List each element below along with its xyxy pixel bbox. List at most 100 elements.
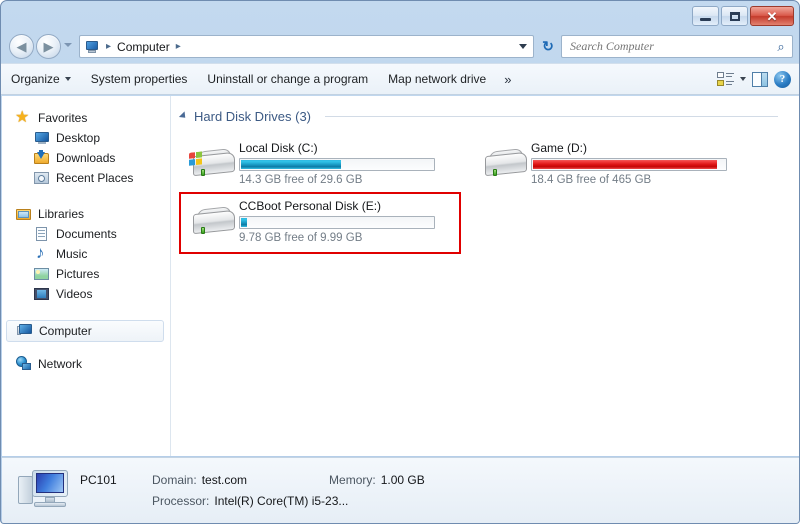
toolbar-overflow-button[interactable]: »	[496, 68, 519, 91]
close-icon: ✕	[766, 8, 778, 24]
breadcrumb-separator-1[interactable]: ▸	[172, 41, 185, 52]
search-input[interactable]	[562, 39, 770, 54]
toolbar-label-map-network-drive: Map network drive	[388, 72, 487, 86]
drive-tile-e[interactable]: CCBoot Personal Disk (E:) 9.78 GB free o…	[187, 198, 443, 248]
pictures-icon	[34, 266, 50, 282]
memory-value: 1.00 GB	[380, 473, 425, 487]
drive-name-d: Game (D:)	[531, 141, 588, 155]
breadcrumb-item-computer[interactable]: Computer	[115, 40, 172, 54]
pc-name: PC101	[80, 473, 117, 487]
capacity-bar-e	[239, 216, 435, 229]
sidebar-label-computer: Computer	[39, 324, 92, 338]
minimize-icon	[700, 18, 711, 21]
explorer-window: ✕ ◀ ▶ ▸ Computer ▸ ↻ ⌕	[0, 0, 800, 524]
toolbar-button-map-network-drive[interactable]: Map network drive	[378, 67, 496, 91]
sidebar-item-recent-places[interactable]: Recent Places	[2, 168, 170, 188]
toolbar-right-group: ?	[717, 70, 799, 88]
memory-label: Memory:	[329, 473, 376, 487]
capacity-bar-c	[239, 158, 435, 171]
minimize-button[interactable]	[692, 6, 719, 26]
details-line-2: Processor: Intel(R) Core(TM) i5-23...	[80, 494, 425, 508]
domain-value: test.com	[201, 473, 248, 487]
navigation-pane[interactable]: Favorites Desktop Downloads Recent Place…	[2, 96, 171, 456]
toolbar-button-organize[interactable]: Organize	[1, 67, 81, 91]
sidebar-item-computer[interactable]: Computer	[6, 320, 164, 342]
domain-label: Domain:	[152, 473, 197, 487]
downloads-icon	[34, 150, 50, 166]
drive-name-e: CCBoot Personal Disk (E:)	[239, 199, 382, 213]
help-icon[interactable]: ?	[774, 70, 791, 88]
toolbar-label-uninstall: Uninstall or change a program	[207, 72, 369, 86]
sidebar-item-desktop[interactable]: Desktop	[2, 128, 170, 148]
computer-icon	[83, 40, 99, 54]
sidebar-label-favorites: Favorites	[38, 111, 88, 125]
recent-pages-dropdown-icon[interactable]	[64, 43, 72, 47]
network-icon	[16, 356, 32, 372]
computer-icon	[17, 323, 33, 339]
sidebar-item-videos[interactable]: Videos	[2, 284, 170, 304]
drive-info: Local Disk (C:) 14.3 GB free of 29.6 GB	[239, 140, 443, 186]
file-list-pane[interactable]: Hard Disk Drives (3) Local Disk (C:) 14.…	[171, 96, 799, 456]
sidebar-item-network[interactable]: Network	[2, 354, 170, 374]
group-header-hard-disk-drives[interactable]: Hard Disk Drives (3)	[178, 106, 799, 126]
computer-icon	[16, 468, 74, 514]
music-icon	[34, 243, 50, 263]
recent-places-icon	[34, 170, 50, 186]
libraries-icon	[16, 206, 32, 222]
forward-button[interactable]: ▶	[36, 34, 61, 59]
drive-free-space-e: 9.78 GB free of 9.99 GB	[239, 232, 363, 244]
sidebar-item-libraries[interactable]: Libraries	[2, 204, 170, 224]
sidebar-label-recent-places: Recent Places	[56, 171, 134, 185]
sidebar-item-downloads[interactable]: Downloads	[2, 148, 170, 168]
change-view-dropdown-icon[interactable]	[740, 77, 746, 81]
sidebar-item-favorites[interactable]: Favorites	[2, 107, 170, 128]
drive-tile-c[interactable]: Local Disk (C:) 14.3 GB free of 29.6 GB	[187, 140, 443, 190]
search-box[interactable]: ⌕	[561, 35, 793, 58]
hard-drive-icon	[479, 140, 531, 188]
chevron-down-icon[interactable]	[519, 44, 527, 49]
documents-icon	[34, 226, 50, 242]
toolbar-button-system-properties[interactable]: System properties	[81, 67, 198, 91]
processor-value: Intel(R) Core(TM) i5-23...	[214, 494, 349, 508]
windows-logo-badge-icon	[189, 151, 204, 168]
chevron-down-icon	[64, 77, 71, 81]
maximize-icon	[729, 11, 740, 21]
preview-pane-icon[interactable]	[752, 71, 768, 87]
refresh-button[interactable]: ↻	[539, 37, 557, 55]
capacity-bar-fill-e	[241, 218, 247, 227]
sidebar-group-favorites: Favorites Desktop Downloads Recent Place…	[2, 107, 170, 188]
maximize-button[interactable]	[721, 6, 748, 26]
sidebar-item-music[interactable]: Music	[2, 243, 170, 264]
close-button[interactable]: ✕	[750, 6, 794, 26]
sidebar-label-network: Network	[38, 357, 83, 371]
drive-tile-d[interactable]: Game (D:) 18.4 GB free of 465 GB	[479, 140, 735, 190]
hard-drive-icon	[187, 198, 239, 246]
details-text: PC101 Domain: test.com Memory: 1.00 GB P…	[74, 473, 425, 508]
toolbar-label-organize: Organize	[11, 72, 60, 86]
sidebar-item-pictures[interactable]: Pictures	[2, 264, 170, 284]
breadcrumb[interactable]: ▸ Computer ▸	[79, 35, 534, 58]
sidebar-group-libraries: Libraries Documents Music Pictures Video…	[2, 204, 170, 304]
drive-free-space-c: 14.3 GB free of 29.6 GB	[239, 174, 363, 186]
drive-name-c: Local Disk (C:)	[239, 141, 318, 155]
drive-info: CCBoot Personal Disk (E:) 9.78 GB free o…	[239, 198, 443, 244]
body-area: Favorites Desktop Downloads Recent Place…	[2, 96, 799, 456]
capacity-bar-d	[531, 158, 727, 171]
sidebar-label-pictures: Pictures	[56, 267, 100, 281]
sidebar-label-music: Music	[56, 247, 88, 261]
back-button[interactable]: ◀	[9, 34, 34, 59]
breadcrumb-separator-0[interactable]: ▸	[102, 41, 115, 52]
videos-icon	[34, 286, 50, 302]
capacity-bar-fill-d	[533, 160, 718, 169]
toolbar-button-uninstall-or-change-a-program[interactable]: Uninstall or change a program	[197, 67, 378, 91]
group-title: Hard Disk Drives (3)	[194, 108, 312, 124]
sidebar-label-desktop: Desktop	[56, 131, 101, 145]
change-view-icon[interactable]	[717, 71, 734, 87]
desktop-icon	[34, 130, 50, 146]
search-icon[interactable]: ⌕	[770, 39, 792, 55]
details-line-1: PC101 Domain: test.com Memory: 1.00 GB	[80, 473, 425, 487]
sidebar-item-documents[interactable]: Documents	[2, 224, 170, 244]
collapse-triangle-icon[interactable]	[178, 111, 189, 121]
